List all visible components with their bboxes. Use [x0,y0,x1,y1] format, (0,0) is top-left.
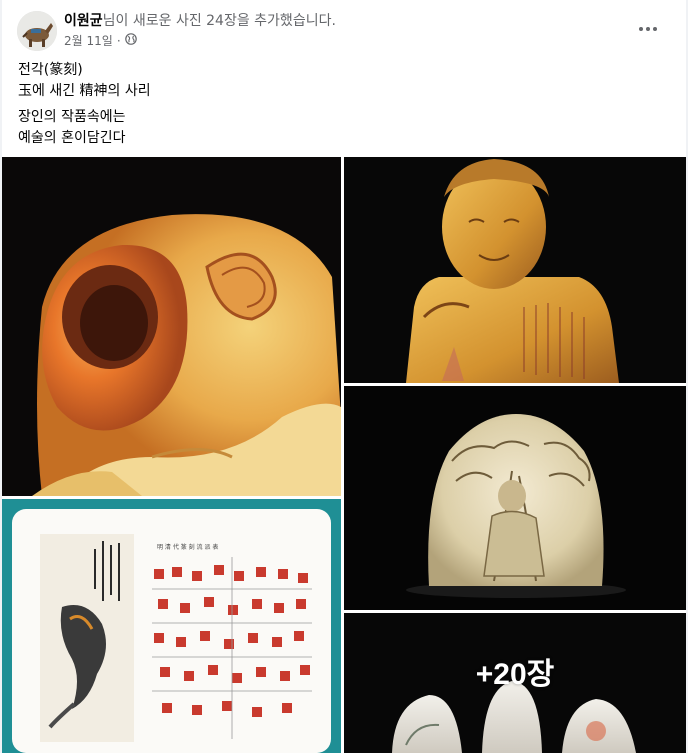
photo-5[interactable]: +20장 [344,613,686,753]
more-horizontal-icon [639,27,657,31]
photo-4[interactable]: 明 清 代 篆 刻 流 派 表 [2,499,341,753]
post-text-line: 장인의 작품속에는 [18,109,126,125]
more-photos-count: +20장 [475,658,555,691]
post-text-line: 전각(篆刻) [18,62,83,78]
post-text-line: 예술의 혼이담긴다 [18,130,126,146]
more-photos-overlay[interactable]: +20장 [344,613,686,753]
post-text-line: 玉에 새긴 精神의 사리 [18,83,151,99]
author-name[interactable]: 이원균 [64,13,103,29]
post-meta: 2월 11일 · [64,33,137,49]
author-line: 이원균님이 새로운 사진 24장을 추가했습니다. [64,12,336,30]
post-text: 전각(篆刻) 玉에 새긴 精神의 사리 장인의 작품속에는 예술의 혼이담긴다 [18,60,151,149]
post-action-text: 님이 새로운 사진 24장을 추가했습니다. [102,13,336,29]
author-avatar[interactable] [17,11,57,51]
post-date[interactable]: 2월 11일 [64,33,113,49]
svg-text:明 清 代 篆 刻 流 派 表: 明 清 代 篆 刻 流 派 表 [157,543,218,551]
post-header: 이원균님이 새로운 사진 24장을 추가했습니다. 2월 11일 · [2,0,686,60]
meta-separator: · [116,34,121,48]
more-options-button[interactable] [634,18,662,40]
photo-1[interactable] [2,157,341,496]
photo-grid: 明 清 代 篆 刻 流 派 表 +20장 [2,157,686,753]
photo-2[interactable] [344,157,686,383]
post-card: 이원균님이 새로운 사진 24장을 추가했습니다. 2월 11일 · 전각(篆刻… [2,0,686,753]
photo-3[interactable] [344,386,686,610]
globe-icon[interactable] [124,33,137,49]
